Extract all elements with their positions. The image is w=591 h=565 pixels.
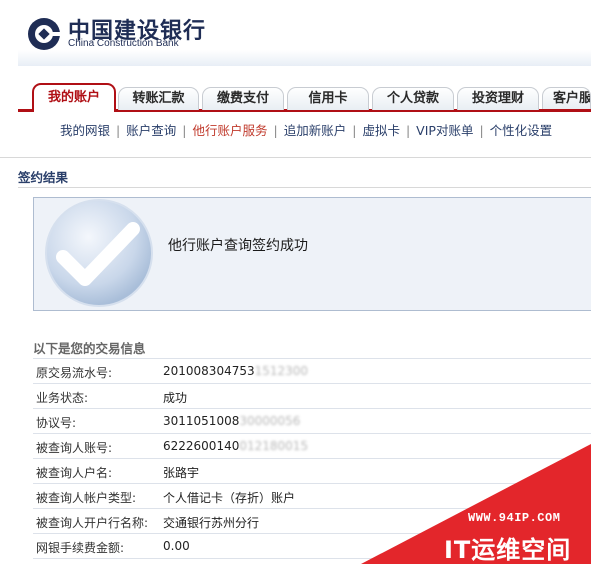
watermark-name: IT运维空间 bbox=[444, 536, 572, 564]
tab-my-account[interactable]: 我的账户 bbox=[32, 83, 116, 112]
brand-name-en: China Construction Bank bbox=[68, 38, 179, 49]
account-obscured: 012180015 bbox=[239, 439, 309, 453]
tab-personal-loan[interactable]: 个人贷款 bbox=[372, 87, 454, 110]
info-row-agreement: 协议号: 301105100830000056 bbox=[33, 409, 591, 434]
info-label: 被查询人账号: bbox=[36, 441, 113, 455]
sub-nav: 我的网银 | 账户查询 | 他行账户服务 | 追加新账户 | 虚拟卡 | VIP对账单 | 个性化设置 bbox=[60, 120, 552, 139]
subnav-virtual-card[interactable]: 虚拟卡 bbox=[362, 120, 400, 139]
divider bbox=[18, 187, 591, 188]
tab-payment[interactable]: 缴费支付 bbox=[202, 87, 284, 110]
tab-credit-card[interactable]: 信用卡 bbox=[287, 87, 369, 110]
header: 中国建设银行 China Construction Bank bbox=[0, 0, 591, 66]
account-visible: 6222600140 bbox=[163, 439, 240, 453]
info-value: 张路宇 bbox=[163, 466, 200, 480]
header-band bbox=[18, 50, 591, 66]
subnav-separator: | bbox=[116, 123, 121, 138]
subnav-vip-statement[interactable]: VIP对账单 bbox=[416, 120, 473, 139]
tab-transfer[interactable]: 转账汇款 bbox=[118, 87, 199, 110]
info-label: 网银手续费金额: bbox=[36, 541, 125, 555]
info-value: 301105100830000056 bbox=[163, 414, 300, 428]
info-row-serial: 原交易流水号: 2010083047531512300 bbox=[33, 359, 591, 384]
result-message: 他行账户查询签约成功 bbox=[168, 238, 308, 254]
info-value: 2010083047531512300 bbox=[163, 364, 308, 378]
checkmark-icon bbox=[45, 199, 153, 307]
tab-customer-service[interactable]: 客户服 bbox=[542, 87, 591, 109]
info-label: 被查询人帐户类型: bbox=[36, 491, 137, 505]
subnav-separator: | bbox=[405, 123, 411, 138]
subnav-account-query[interactable]: 账户查询 bbox=[126, 120, 176, 139]
subnav-my-ebank[interactable]: 我的网银 bbox=[60, 120, 110, 139]
agreement-visible: 3011051008 bbox=[163, 414, 240, 428]
subnav-add-account[interactable]: 追加新账户 bbox=[284, 120, 347, 139]
info-value: 个人借记卡（存折）账户 bbox=[163, 491, 296, 505]
serial-obscured: 1512300 bbox=[254, 364, 309, 378]
watermark-url: WWW.94IP.COM bbox=[468, 511, 561, 525]
info-label: 业务状态: bbox=[36, 391, 89, 405]
divider bbox=[0, 157, 591, 158]
info-label: 原交易流水号: bbox=[36, 366, 113, 380]
info-value: 0.00 bbox=[163, 539, 190, 553]
section-title: 签约结果 bbox=[18, 170, 69, 185]
info-value: 6222600140012180015 bbox=[163, 439, 308, 453]
subnav-separator: | bbox=[479, 123, 484, 138]
info-row-status: 业务状态: 成功 bbox=[33, 384, 591, 409]
info-value: 交通银行苏州分行 bbox=[163, 516, 260, 530]
ccb-logo-icon bbox=[28, 18, 61, 50]
tab-investment[interactable]: 投资理财 bbox=[457, 87, 539, 110]
main-tabs: 我的账户 转账汇款 缴费支付 信用卡 个人贷款 投资理财 客户服 bbox=[18, 83, 591, 112]
info-label: 被查询人户名: bbox=[36, 466, 113, 480]
subnav-separator: | bbox=[182, 123, 187, 138]
subnav-personalize[interactable]: 个性化设置 bbox=[490, 120, 553, 139]
subnav-other-bank-service[interactable]: 他行账户服务 bbox=[192, 120, 267, 139]
info-label: 协议号: bbox=[36, 416, 77, 430]
subnav-separator: | bbox=[352, 123, 357, 138]
serial-visible: 201008304753 bbox=[163, 364, 255, 378]
agreement-obscured: 30000056 bbox=[239, 414, 301, 428]
info-label: 被查询人开户行名称: bbox=[36, 516, 149, 530]
info-value: 成功 bbox=[163, 391, 188, 405]
subnav-separator: | bbox=[273, 123, 278, 138]
info-heading: 以下是您的交易信息 bbox=[33, 341, 146, 356]
